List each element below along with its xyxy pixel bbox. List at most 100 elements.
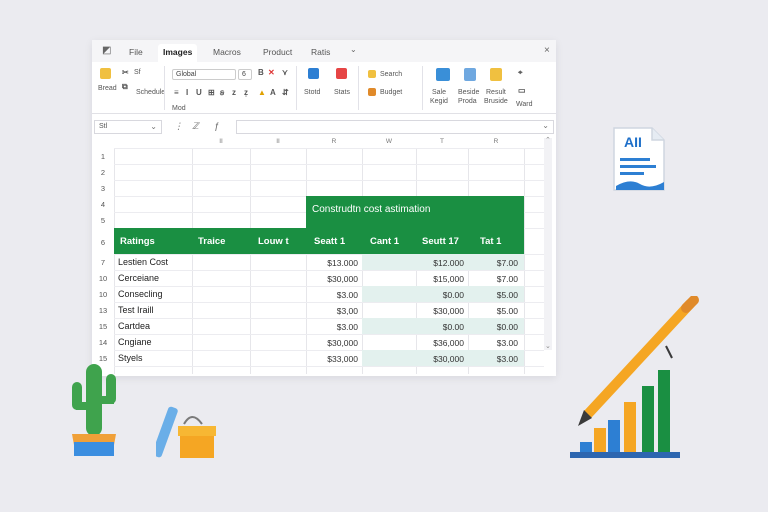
- row-label[interactable]: Consecling: [118, 289, 163, 299]
- ribbon-label-budget[interactable]: Budget: [380, 88, 402, 97]
- column-header[interactable]: W: [362, 136, 416, 148]
- row-number[interactable]: 7: [92, 258, 114, 267]
- scroll-down-icon[interactable]: ⌄: [545, 342, 551, 350]
- chevron-down-icon[interactable]: ⌄: [542, 121, 549, 130]
- insert-table-icon[interactable]: [308, 68, 319, 79]
- insert-chart-icon[interactable]: [336, 68, 347, 79]
- cell-value[interactable]: $0.00: [418, 322, 464, 332]
- chevron-down-icon[interactable]: ⌄: [150, 121, 157, 133]
- cell-value[interactable]: $3.00: [310, 322, 358, 332]
- align-left-icon[interactable]: ≡: [174, 88, 179, 97]
- bold-icon[interactable]: B: [258, 68, 264, 77]
- cell-value[interactable]: $7.00: [472, 274, 518, 284]
- cell-value[interactable]: $30,000: [310, 338, 358, 348]
- italic-icon[interactable]: I: [186, 88, 188, 97]
- header-cell[interactable]: Seutt 17: [422, 236, 459, 247]
- options-icon[interactable]: ⋮: [174, 121, 183, 132]
- row-number[interactable]: 6: [92, 238, 114, 247]
- tab-ratis[interactable]: Ratis: [306, 44, 335, 62]
- header-cell[interactable]: Seatt 1: [314, 236, 345, 247]
- cut-icon[interactable]: ✂: [122, 68, 129, 77]
- basket-icon: [156, 406, 216, 458]
- review-icon[interactable]: [436, 68, 450, 81]
- row-label[interactable]: Test Iraill: [118, 305, 154, 315]
- tab-macros[interactable]: Macros: [208, 44, 246, 62]
- paste-icon[interactable]: [100, 68, 111, 79]
- cell-value[interactable]: $33,000: [310, 354, 358, 364]
- underline-icon[interactable]: U: [196, 88, 202, 97]
- cell-value[interactable]: $7.00: [472, 258, 518, 268]
- pin-icon[interactable]: ⌖: [518, 68, 523, 78]
- font-name-select[interactable]: Global: [172, 69, 236, 80]
- row-label[interactable]: Cerceiane: [118, 273, 159, 283]
- row-label[interactable]: Cngiane: [118, 337, 152, 347]
- cell-value[interactable]: $30,000: [418, 354, 464, 364]
- cell-value[interactable]: $30,000: [310, 274, 358, 284]
- wrap-text-icon[interactable]: ⇵: [282, 88, 289, 97]
- search-icon[interactable]: [368, 70, 376, 78]
- copy-icon[interactable]: ⧉: [122, 82, 128, 92]
- tab-images[interactable]: Images: [158, 44, 198, 62]
- row-number[interactable]: 4: [92, 200, 114, 209]
- row-number[interactable]: 13: [92, 306, 114, 315]
- header-cell[interactable]: Tat 1: [480, 236, 501, 247]
- row-number[interactable]: 5: [92, 216, 114, 225]
- header-cell[interactable]: Traice: [198, 236, 225, 247]
- cell-value[interactable]: $15,000: [418, 274, 464, 284]
- column-header[interactable]: R: [306, 136, 362, 148]
- cell-value[interactable]: $5.00: [472, 290, 518, 300]
- header-cell[interactable]: Louw t: [258, 236, 289, 247]
- header-cell[interactable]: Ratings: [120, 236, 155, 247]
- cell-value[interactable]: $3.00: [472, 354, 518, 364]
- strikethrough-icon[interactable]: ꞩ: [220, 88, 224, 97]
- row-number[interactable]: 10: [92, 274, 114, 283]
- cell-value[interactable]: $3.00: [310, 290, 358, 300]
- clear-format-icon[interactable]: ✕: [268, 68, 275, 77]
- more-font-icon[interactable]: ⋎: [282, 68, 288, 77]
- name-box[interactable]: Stl ⌄: [94, 120, 162, 134]
- scroll-up-icon[interactable]: ⌃: [545, 136, 551, 144]
- cell-value[interactable]: $30,000: [418, 306, 464, 316]
- column-header[interactable]: II: [192, 136, 250, 148]
- fx-icon[interactable]: ƒ: [214, 121, 219, 131]
- column-header[interactable]: T: [416, 136, 468, 148]
- column-header[interactable]: II: [250, 136, 306, 148]
- fill-color-icon[interactable]: ▲: [258, 88, 266, 97]
- panel-icon[interactable]: ▭: [518, 86, 526, 95]
- border-icon[interactable]: ⊞: [208, 88, 215, 97]
- chevron-down-icon[interactable]: ⌄: [350, 45, 357, 54]
- row-label[interactable]: Lestien Cost: [118, 257, 168, 267]
- cancel-icon[interactable]: ℤ: [192, 121, 199, 132]
- cell-value[interactable]: $13.000: [310, 258, 358, 268]
- row-label[interactable]: Cartdea: [118, 321, 150, 331]
- cell-value[interactable]: $3.00: [472, 338, 518, 348]
- cell-value[interactable]: $3,00: [310, 306, 358, 316]
- row-number[interactable]: 10: [92, 290, 114, 299]
- sheet-title[interactable]: Construdtn cost astimation: [312, 204, 430, 215]
- ribbon-label-search[interactable]: Search: [380, 70, 402, 79]
- font-color-icon[interactable]: A: [270, 88, 276, 97]
- close-icon[interactable]: ×: [544, 45, 550, 56]
- cell-value[interactable]: $12.000: [418, 258, 464, 268]
- budget-icon[interactable]: [368, 88, 376, 96]
- row-number[interactable]: 15: [92, 322, 114, 331]
- cell-value[interactable]: $0.00: [418, 290, 464, 300]
- formula-input[interactable]: ⌄: [236, 120, 554, 134]
- cell-value[interactable]: $0.00: [472, 322, 518, 332]
- row-number[interactable]: 2: [92, 168, 114, 177]
- tab-file[interactable]: File: [124, 44, 148, 62]
- tab-product[interactable]: Product: [258, 44, 297, 62]
- superscript-icon[interactable]: ẓ: [244, 88, 248, 97]
- font-size-select[interactable]: 6: [238, 69, 252, 80]
- document-icon[interactable]: [464, 68, 476, 81]
- row-number[interactable]: 1: [92, 152, 114, 161]
- header-cell[interactable]: Cant 1: [370, 236, 399, 247]
- cell-value[interactable]: $5.00: [472, 306, 518, 316]
- row-number[interactable]: 3: [92, 184, 114, 193]
- cell-value[interactable]: $36,000: [418, 338, 464, 348]
- result-icon[interactable]: [490, 68, 502, 81]
- vertical-scrollbar[interactable]: ⌃ ⌄: [544, 136, 552, 350]
- subscript-icon[interactable]: z: [232, 88, 236, 97]
- column-header[interactable]: R: [468, 136, 524, 148]
- row-number[interactable]: 14: [92, 338, 114, 347]
